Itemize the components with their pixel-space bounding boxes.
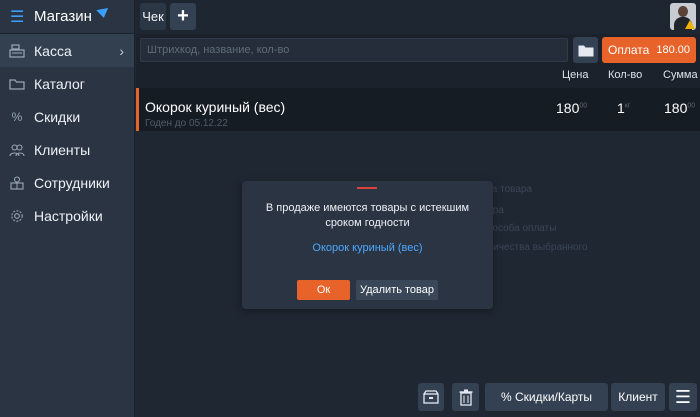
table-row[interactable]: Окорок куриный (вес) Годен до 05.12.22 1… xyxy=(136,88,700,131)
item-price: 18000 xyxy=(556,100,587,116)
add-receipt-button[interactable]: + xyxy=(170,3,196,30)
sidebar-item-label: Каталог xyxy=(34,75,85,92)
delete-receipt-button[interactable] xyxy=(452,383,479,411)
item-price-frac: 00 xyxy=(579,102,588,110)
pay-label: Оплата xyxy=(608,43,650,57)
sidebar-item-label: Клиенты xyxy=(34,141,91,158)
trash-icon xyxy=(459,389,472,406)
catalog-button[interactable] xyxy=(573,37,598,63)
sidebar-item-employees[interactable]: Сотрудники xyxy=(0,166,134,199)
item-sum: 18000 xyxy=(664,100,695,116)
employees-icon xyxy=(8,175,26,191)
chevron-right-icon: › xyxy=(119,42,124,59)
brand-logo-icon xyxy=(96,8,110,19)
item-name: Окорок куриный (вес) xyxy=(145,99,286,115)
warning-icon xyxy=(685,20,695,29)
sidebar-item-settings[interactable]: Настройки xyxy=(0,199,134,232)
tab-receipt[interactable]: Чек xyxy=(140,3,166,30)
column-qty: Кол-во xyxy=(608,69,643,81)
sidebar-item-clients[interactable]: Клиенты xyxy=(0,133,134,166)
hamburger-icon[interactable]: ☰ xyxy=(10,7,28,27)
folder-icon xyxy=(578,45,593,56)
register-icon xyxy=(8,43,26,59)
sidebar-item-label: Сотрудники xyxy=(34,174,110,191)
percent-icon: % xyxy=(11,109,23,124)
discounts-cards-button[interactable]: % Скидки/Карты xyxy=(485,383,608,411)
hamburger-menu-icon: ☰ xyxy=(674,386,692,407)
client-button[interactable]: Клиент xyxy=(611,383,665,411)
hint-text: способа оплаты xyxy=(482,223,557,234)
item-sum-int: 180 xyxy=(664,100,688,116)
folder-icon xyxy=(8,76,26,92)
avatar-head xyxy=(678,6,688,17)
more-menu-button[interactable]: ☰ xyxy=(669,383,697,411)
remove-item-button[interactable]: Удалить товар xyxy=(356,280,438,300)
sidebar-item-discounts[interactable]: % Скидки xyxy=(0,100,134,133)
drawer-icon xyxy=(423,390,439,404)
dialog-message: В продаже имеются товары с истекшим срок… xyxy=(265,202,470,229)
pay-amount: 180.00 xyxy=(656,44,690,56)
sidebar-item-catalog[interactable]: Каталог xyxy=(0,67,134,100)
item-sum-frac: 00 xyxy=(687,102,696,110)
top-bar: Чек + xyxy=(136,0,700,34)
item-expiry: Годен до 05.12.22 xyxy=(145,118,228,129)
expired-goods-dialog: В продаже имеются товары с истекшим срок… xyxy=(242,181,493,309)
user-avatar[interactable] xyxy=(670,3,696,30)
column-headers: Цена Кол-во Сумма xyxy=(136,66,700,88)
store-title: Магазин xyxy=(34,8,92,25)
sidebar-header: ☰ Магазин xyxy=(0,0,134,34)
item-qty-unit: кг xyxy=(624,102,631,110)
search-input[interactable] xyxy=(140,38,568,62)
clients-icon xyxy=(8,142,26,158)
item-price-int: 180 xyxy=(556,100,580,116)
dialog-accent-bar xyxy=(357,187,377,189)
column-price: Цена xyxy=(562,69,589,81)
sidebar-item-label: Скидки xyxy=(34,108,81,125)
column-sum: Сумма xyxy=(663,69,698,81)
sidebar-item-label: Настройки xyxy=(34,207,103,224)
ok-button[interactable]: Ок xyxy=(297,280,350,300)
item-qty-value: 1 xyxy=(617,100,625,116)
sidebar-item-label: Касса xyxy=(34,42,72,59)
sidebar-item-kassa[interactable]: Касса › xyxy=(0,34,134,67)
hint-text: оличества выбранного xyxy=(482,242,588,253)
dialog-product-link[interactable]: Окорок куриный (вес) xyxy=(252,242,483,254)
search-row: Оплата 180.00 xyxy=(136,34,700,66)
item-qty: 1кг xyxy=(617,100,630,116)
gear-icon xyxy=(8,208,26,224)
pay-button[interactable]: Оплата 180.00 xyxy=(602,37,696,63)
sidebar: ☰ Магазин Касса › Каталог % Скидки Клиен… xyxy=(0,0,135,417)
cash-drawer-button[interactable] xyxy=(418,383,444,411)
